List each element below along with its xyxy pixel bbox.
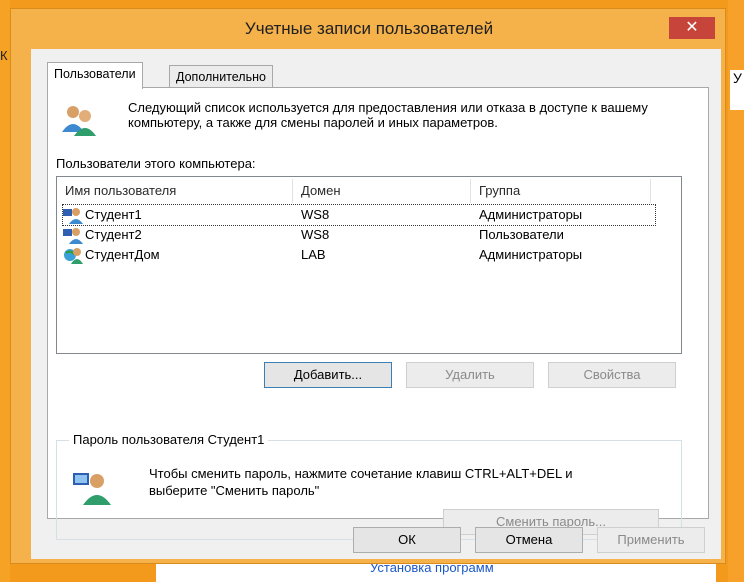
user-domain: WS8: [301, 207, 330, 222]
desktop-background: [0, 0, 10, 582]
ok-button[interactable]: ОК: [353, 527, 461, 553]
user-name: Студент2: [85, 227, 142, 242]
cancel-button[interactable]: Отмена: [475, 527, 583, 553]
table-row[interactable]: СтудентДом LAB Администраторы: [63, 245, 655, 265]
tab-users[interactable]: Пользователи: [47, 62, 143, 89]
user-group: Администраторы: [479, 207, 583, 222]
domain-user-icon: [64, 248, 83, 264]
close-button[interactable]: ✕: [669, 17, 715, 39]
tab-advanced[interactable]: Дополнительно: [169, 65, 273, 88]
description-text: Следующий список используется для предос…: [128, 100, 648, 130]
user-password-icon: [73, 473, 111, 505]
background-window-text-right: У: [730, 70, 744, 110]
user-domain: LAB: [301, 247, 326, 262]
users-tab-panel: Следующий список используется для предос…: [47, 87, 709, 540]
user-group: Пользователи: [479, 227, 564, 242]
local-user-icon: [63, 208, 83, 224]
user-accounts-dialog: Учетные записи пользователей ✕ Пользоват…: [10, 8, 726, 564]
password-group-title: Пароль пользователя Студент1: [69, 432, 269, 447]
users-list[interactable]: Имя пользователя Домен Группа Студент1 W…: [56, 176, 682, 354]
dialog-client-area: Пользователи Дополнительно Следующий спи…: [31, 49, 721, 559]
remove-button[interactable]: Удалить: [406, 362, 534, 388]
users-list-label: Пользователи этого компьютера:: [56, 156, 256, 171]
column-header-username[interactable]: Имя пользователя: [57, 179, 293, 203]
user-group: Администраторы: [479, 247, 583, 262]
column-header-domain[interactable]: Домен: [293, 179, 471, 203]
column-header-group[interactable]: Группа: [471, 179, 651, 203]
table-row[interactable]: Студент2 WS8 Пользователи: [63, 225, 655, 245]
password-groupbox: Пароль пользователя Студент1 Чтобы смени…: [56, 432, 682, 540]
user-domain: WS8: [301, 227, 330, 242]
users-group-icon: [62, 106, 96, 136]
apply-button[interactable]: Применить: [597, 527, 705, 553]
user-name: СтудентДом: [85, 247, 160, 262]
properties-button[interactable]: Свойства: [548, 362, 676, 388]
close-icon: ✕: [685, 19, 699, 36]
window-title: Учетные записи пользователей: [244, 19, 494, 38]
add-button[interactable]: Добавить...: [264, 362, 392, 388]
user-name: Студент1: [85, 207, 142, 222]
table-row[interactable]: Студент1 WS8 Администраторы: [62, 204, 656, 226]
password-instructions: Чтобы сменить пароль, нажмите сочетание …: [149, 466, 573, 498]
local-user-icon: [63, 228, 83, 244]
